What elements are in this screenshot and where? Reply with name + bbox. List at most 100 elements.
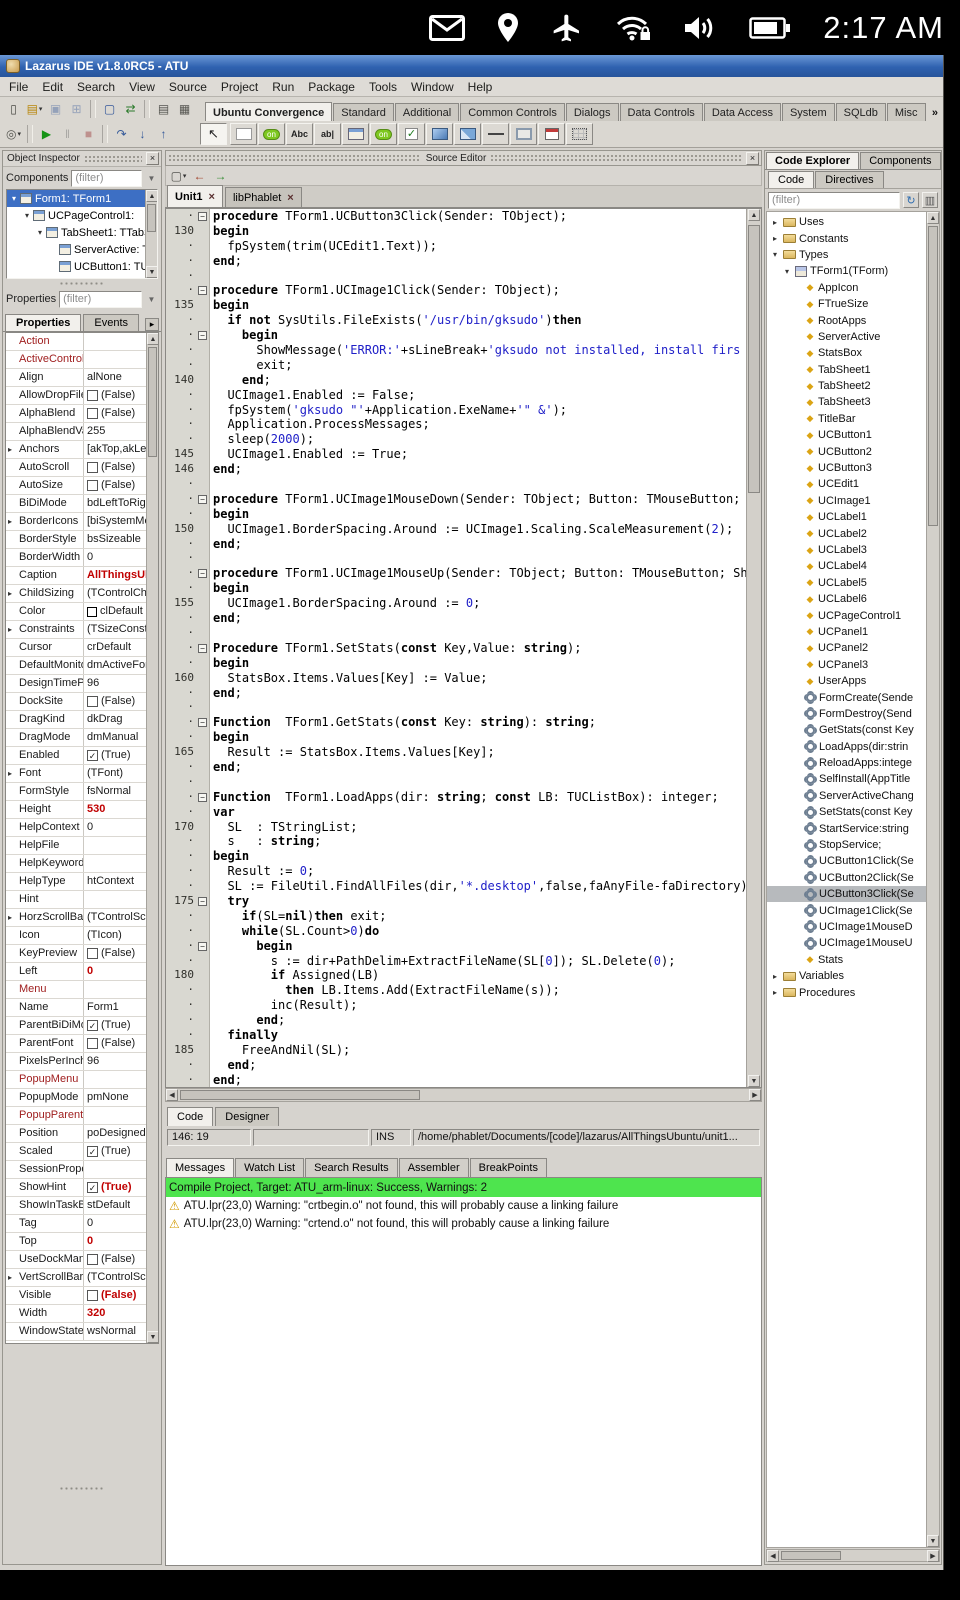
components-filter-input[interactable] xyxy=(71,169,142,187)
system-status-bar[interactable]: 2:17 AM xyxy=(0,0,960,55)
oi-tree-item[interactable]: ServerActive: TUCOnOff xyxy=(7,241,145,258)
menu-item-run[interactable]: Run xyxy=(265,78,301,96)
property-value[interactable]: AllThingsUbuntu xyxy=(84,567,146,584)
property-row-constraints[interactable]: ▸Constraints(TSizeConstraints) xyxy=(6,621,146,639)
property-row-dragmode[interactable]: DragMode dmManual xyxy=(6,729,146,747)
code-line[interactable]: · − begin xyxy=(166,328,746,344)
gutter-line-number[interactable]: · xyxy=(166,938,196,954)
menu-item-edit[interactable]: Edit xyxy=(35,78,70,96)
fold-collapse-icon[interactable]: − xyxy=(198,941,207,951)
property-value[interactable]: ✓ (True) xyxy=(84,1143,146,1160)
property-row-showhint[interactable]: ShowHint ✓ (True) xyxy=(6,1179,146,1197)
explorer-item-stopservice[interactable]: StopService; xyxy=(767,837,926,853)
code-text[interactable]: procedure TForm1.UCButton3Click(Sender: … xyxy=(210,209,746,224)
code-text[interactable]: UCImage1.BorderSpacing.Around := UCImage… xyxy=(210,522,746,537)
gutter-line-number[interactable]: 150 xyxy=(166,521,196,537)
oi-tree-item[interactable]: UCButton1: TUCButton xyxy=(7,258,145,275)
gutter-line-number[interactable]: · xyxy=(166,1013,196,1028)
code-text[interactable]: Function TForm1.GetStats(const Key: stri… xyxy=(210,715,746,730)
code-line[interactable]: 150 UCImage1.BorderSpacing.Around := UCI… xyxy=(166,521,746,537)
volume-icon[interactable] xyxy=(683,14,717,42)
code-line[interactable]: 135 begin xyxy=(166,298,746,314)
airplane-icon[interactable] xyxy=(551,12,583,44)
code-text[interactable]: Procedure TForm1.SetStats(const Key,Valu… xyxy=(210,641,746,656)
code-text[interactable] xyxy=(210,477,746,492)
palette-uc-onoff-button[interactable]: on xyxy=(370,123,397,145)
gutter-line-number[interactable]: · xyxy=(166,343,196,358)
explorer-item-ucimage1mouseu[interactable]: UCImage1MouseU xyxy=(767,935,926,951)
property-row-designtimeppi[interactable]: DesignTimePPI96 xyxy=(6,675,146,693)
scrollbar-thumb[interactable] xyxy=(781,1551,841,1560)
property-row-caption[interactable]: CaptionAllThingsUbuntu xyxy=(6,567,146,585)
property-value[interactable]: (False) xyxy=(84,1251,146,1268)
select-tool-button[interactable]: ↖ xyxy=(200,123,227,145)
explorer-mode-tab-directives[interactable]: Directives xyxy=(815,171,884,188)
property-row-dragkind[interactable]: DragKind dkDrag xyxy=(6,711,146,729)
property-value[interactable] xyxy=(84,855,146,872)
battery-icon[interactable] xyxy=(749,16,791,39)
gutter-line-number[interactable]: 145 xyxy=(166,447,196,463)
explorer-item-userapps[interactable]: ◆ UserApps xyxy=(767,673,926,689)
code-text[interactable]: procedure TForm1.UCImage1MouseDown(Sende… xyxy=(210,492,746,507)
code-line[interactable]: · − Function TForm1.GetStats(const Key: st… xyxy=(166,715,746,731)
gutter-line-number[interactable]: · xyxy=(166,864,196,880)
code-text[interactable]: begin xyxy=(210,656,746,671)
property-expand-icon[interactable]: ▸ xyxy=(8,765,12,782)
property-value[interactable]: [akTop,akLeft] xyxy=(84,441,146,458)
property-value[interactable]: (TIcon) xyxy=(84,927,146,944)
scroll-up-icon[interactable]: ▲ xyxy=(748,209,760,221)
code-line[interactable]: · xyxy=(166,551,746,567)
code-text[interactable]: end; xyxy=(210,537,746,552)
explorer-item-setstats-const-key[interactable]: SetStats(const Key xyxy=(767,804,926,820)
property-row-align[interactable]: Align alNone xyxy=(6,369,146,387)
close-tab-icon[interactable]: × xyxy=(209,191,215,203)
new-form-button[interactable]: ▢ xyxy=(99,99,120,119)
code-line[interactable]: · UCImage1.Enabled := False; xyxy=(166,387,746,403)
property-row-sessionproperties[interactable]: SessionProperties xyxy=(6,1161,146,1179)
property-expand-icon[interactable]: ▸ xyxy=(8,1269,12,1286)
code-line[interactable]: · end; xyxy=(166,759,746,775)
explorer-item-serveractivechang[interactable]: ServerActiveChang xyxy=(767,788,926,804)
gutter-line-number[interactable]: 146 xyxy=(166,462,196,478)
explorer-item-uclabel4[interactable]: ◆ UCLabel4 xyxy=(767,558,926,574)
gutter-line-number[interactable]: 185 xyxy=(166,1042,196,1058)
explorer-item-types[interactable]: ▾ Types xyxy=(767,247,926,263)
code-line[interactable]: 165 Result := StatsBox.Items.Values[Key]… xyxy=(166,745,746,760)
messages-tab-watch-list[interactable]: Watch List xyxy=(235,1158,305,1177)
code-text[interactable]: if not SysUtils.FileExists('/usr/bin/gks… xyxy=(210,313,746,328)
explorer-item-constants[interactable]: ▸ Constants xyxy=(767,230,926,246)
editor-vertical-scrollbar[interactable]: ▲ ▼ xyxy=(746,209,761,1087)
gutter-line-number[interactable]: · xyxy=(166,536,196,552)
code-editor[interactable]: · − procedure TForm1.UCButton3Click(Sender… xyxy=(165,208,762,1088)
property-value[interactable]: 0 xyxy=(84,963,146,980)
property-row-top[interactable]: Top 0 xyxy=(6,1233,146,1251)
gutter-line-number[interactable]: 140 xyxy=(166,372,196,388)
explorer-item-uclabel1[interactable]: ◆ UCLabel1 xyxy=(767,509,926,525)
property-row-allowdropfiles[interactable]: AllowDropFiles (False) xyxy=(6,387,146,405)
scroll-up-icon[interactable]: ▲ xyxy=(147,333,158,345)
explorer-item-serveractive[interactable]: ◆ ServerActive xyxy=(767,329,926,345)
jump-back-button[interactable]: ← xyxy=(189,166,210,186)
explorer-item-uses[interactable]: ▸ Uses xyxy=(767,214,926,230)
palette-uc-datepicker-button[interactable] xyxy=(538,123,565,145)
code-text[interactable] xyxy=(210,269,746,284)
code-line[interactable]: · then LB.Items.Add(ExtractFileName(s)); xyxy=(166,983,746,999)
messages-list[interactable]: Compile Project, Target: ATU_arm-linux: … xyxy=(165,1177,762,1566)
code-text[interactable]: UCImage1.Enabled := False; xyxy=(210,388,746,403)
code-text[interactable]: FreeAndNil(SL); xyxy=(210,1043,746,1058)
property-row-helptype[interactable]: HelpType htContext xyxy=(6,873,146,891)
property-row-pixelsperinch[interactable]: PixelsPerInch 96 xyxy=(6,1053,146,1071)
property-value[interactable]: stDefault xyxy=(84,1197,146,1214)
explorer-item-loadapps-dir-strin[interactable]: LoadApps(dir:strin xyxy=(767,739,926,755)
fold-collapse-icon[interactable]: − xyxy=(198,792,207,802)
inspector-tab-properties[interactable]: Properties xyxy=(5,314,82,331)
code-text[interactable]: SL : TStringList; xyxy=(210,820,746,835)
checkbox-icon[interactable] xyxy=(87,408,98,419)
gutter-line-number[interactable]: · xyxy=(166,313,196,329)
property-row-icon[interactable]: Icon (TIcon) xyxy=(6,927,146,945)
gutter-line-number[interactable]: · xyxy=(166,715,196,731)
code-line[interactable]: · − Function TForm1.LoadApps(dir: string; … xyxy=(166,789,746,805)
code-text[interactable]: end; xyxy=(210,1013,746,1028)
code-text[interactable]: end; xyxy=(210,760,746,775)
property-value[interactable] xyxy=(84,837,146,854)
